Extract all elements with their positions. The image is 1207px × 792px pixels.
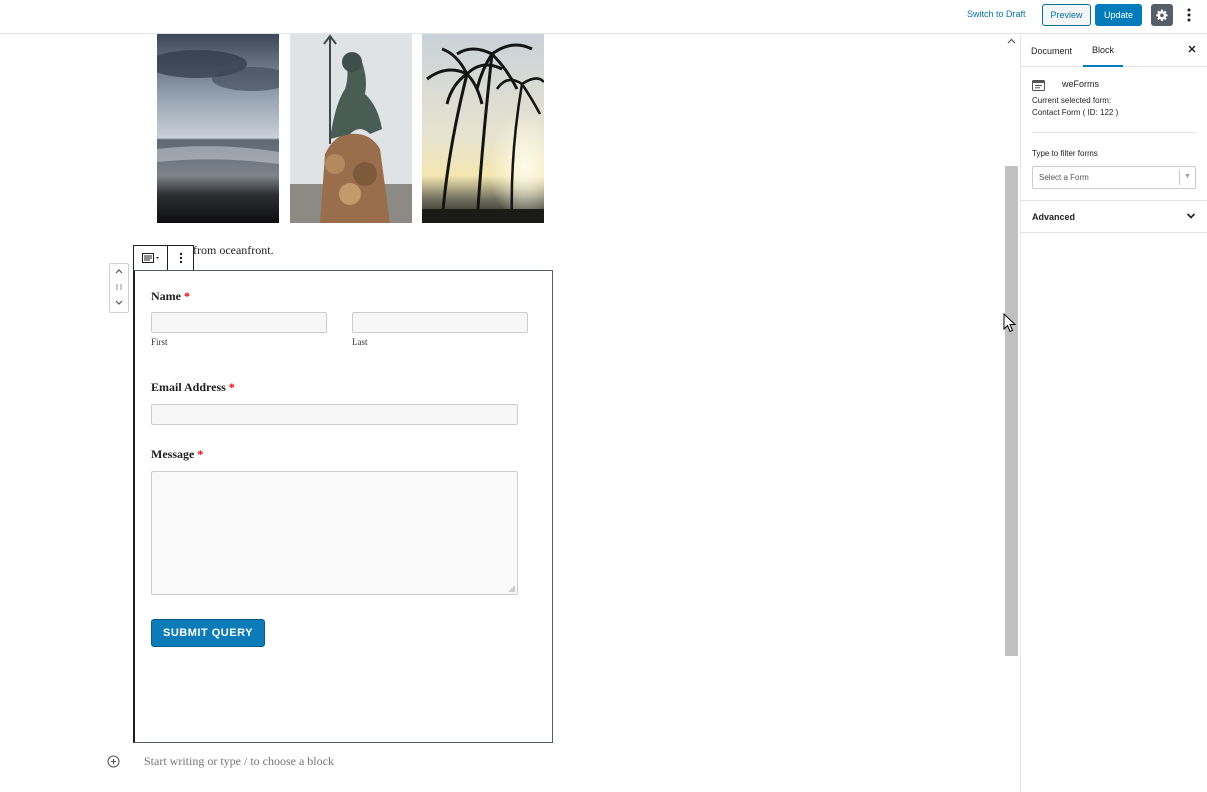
add-block-button[interactable]	[107, 755, 120, 773]
dropdown-arrow-icon[interactable]: ▼	[1184, 173, 1191, 180]
editor-header: Switch to Draft Preview Update	[0, 0, 1207, 34]
weforms-block[interactable]: Name * First Last Email Address * Messag…	[133, 270, 553, 743]
settings-sidebar: Document Block weForms Current selected …	[1020, 34, 1207, 792]
gear-icon	[1156, 9, 1168, 22]
first-sublabel: First	[151, 337, 168, 347]
last-name-input[interactable]	[352, 312, 528, 333]
block-toolbar	[133, 245, 194, 271]
preview-button[interactable]: Preview	[1042, 4, 1091, 26]
select-separator	[1179, 170, 1180, 185]
settings-button[interactable]	[1151, 4, 1173, 26]
drag-handle[interactable]	[110, 284, 128, 290]
form-block-icon	[141, 253, 159, 263]
resize-handle-icon[interactable]	[507, 584, 515, 592]
plus-circle-icon	[107, 755, 120, 768]
scroll-up-arrow-icon[interactable]	[1007, 38, 1016, 44]
email-label: Email Address *	[151, 380, 235, 394]
filter-forms-label: Type to filter forms	[1032, 149, 1098, 158]
advanced-panel-toggle[interactable]: Advanced	[1021, 200, 1207, 233]
email-input[interactable]	[151, 404, 518, 425]
gallery-caption[interactable]: from oceanfront.	[193, 243, 274, 258]
gallery-image-statue[interactable]	[290, 34, 412, 223]
scrollbar-thumb[interactable]	[1005, 166, 1018, 656]
message-textarea[interactable]	[151, 471, 518, 595]
close-icon[interactable]	[1186, 43, 1198, 55]
required-marker: *	[184, 289, 190, 303]
more-options-button[interactable]	[1181, 4, 1197, 26]
mouse-cursor-icon	[1003, 313, 1016, 333]
block-more-options-button[interactable]	[168, 246, 193, 270]
message-label: Message *	[151, 447, 204, 461]
gallery-image-palms[interactable]	[422, 34, 544, 223]
editor-scrollbar[interactable]	[1004, 34, 1019, 792]
select-placeholder: Select a Form	[1039, 173, 1089, 182]
last-sublabel: Last	[352, 337, 368, 347]
sidebar-tabs: Document Block	[1021, 34, 1207, 67]
required-marker: *	[228, 380, 235, 394]
name-label: Name *	[151, 289, 190, 303]
tab-block[interactable]: Block	[1083, 34, 1123, 67]
tab-document[interactable]: Document	[1031, 34, 1072, 67]
block-description: Current selected form: Contact Form ( ID…	[1032, 96, 1119, 117]
weforms-icon	[1032, 80, 1045, 91]
default-block-appender[interactable]: Start writing or type / to choose a bloc…	[144, 754, 334, 769]
required-marker: *	[197, 447, 204, 461]
advanced-label: Advanced	[1032, 212, 1076, 222]
block-title: weForms	[1062, 79, 1100, 89]
first-name-input[interactable]	[151, 312, 327, 333]
update-button[interactable]: Update	[1095, 4, 1142, 26]
block-type-switcher[interactable]	[134, 246, 168, 270]
chevron-down-icon	[115, 300, 123, 305]
move-down-button[interactable]	[110, 300, 128, 306]
chevron-down-icon	[1186, 213, 1196, 219]
select-form-dropdown[interactable]: Select a Form ▼	[1032, 166, 1196, 189]
block-mover	[109, 263, 129, 313]
divider	[1032, 132, 1197, 133]
move-up-button[interactable]	[110, 268, 128, 274]
gallery-image-ocean[interactable]	[157, 34, 279, 223]
vertical-ellipsis-icon	[1187, 8, 1191, 22]
drag-handle-icon	[116, 284, 122, 290]
switch-to-draft-button[interactable]: Switch to Draft	[967, 9, 1026, 19]
vertical-ellipsis-icon	[179, 252, 182, 264]
submit-query-button[interactable]: SUBMIT QUERY	[151, 619, 265, 647]
chevron-up-icon	[115, 269, 123, 274]
